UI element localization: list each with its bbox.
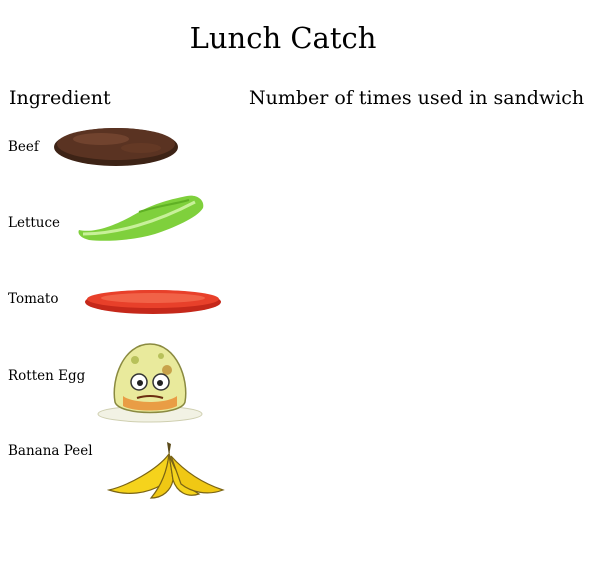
tomato-slice-icon[interactable] bbox=[83, 285, 223, 317]
rotten-egg-icon[interactable] bbox=[93, 340, 207, 424]
count-column-header: Number of times used in sandwich bbox=[249, 87, 585, 109]
ingredient-label-beef: Beef bbox=[8, 139, 39, 155]
beef-patty-icon[interactable] bbox=[53, 124, 179, 168]
banana-peel-icon[interactable] bbox=[107, 440, 225, 502]
ingredient-label-banana-peel: Banana Peel bbox=[8, 443, 93, 459]
ingredient-label-rotten-egg: Rotten Egg bbox=[8, 368, 86, 384]
ingredient-column-header: Ingredient bbox=[9, 87, 111, 109]
page-title: Lunch Catch bbox=[189, 21, 377, 55]
ingredient-label-lettuce: Lettuce bbox=[8, 215, 61, 231]
lettuce-leaf-icon[interactable] bbox=[77, 192, 207, 244]
ingredient-label-tomato: Tomato bbox=[8, 291, 59, 307]
